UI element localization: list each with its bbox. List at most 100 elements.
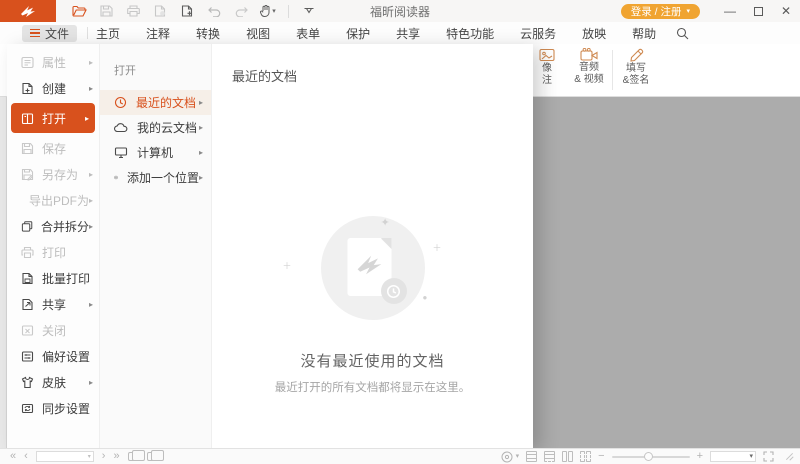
zoom-out-icon[interactable]: −: [598, 451, 604, 462]
sidebar-item-open[interactable]: 打开 ▸: [11, 103, 95, 133]
submenu-arrow-icon: ▸: [89, 84, 93, 93]
menubar: 文件 主页 注释 转换 视图 表单 保护 共享 特色功能 云服务 放映 帮助: [0, 22, 800, 44]
open-panel-header: 打开: [100, 62, 211, 78]
customize-toolbar-icon[interactable]: [300, 3, 318, 19]
sidebar-item-save: 保存: [7, 135, 99, 161]
open-file-icon[interactable]: [70, 3, 88, 19]
tab-comment[interactable]: 注释: [146, 25, 170, 42]
tab-form[interactable]: 表单: [296, 25, 320, 42]
export-page-icon[interactable]: [151, 3, 169, 19]
previous-page-icon[interactable]: ‹: [24, 451, 28, 462]
undo-icon[interactable]: [205, 3, 223, 19]
batch-print-icon: [21, 272, 34, 285]
sparkle-icon: ＋: [433, 244, 442, 253]
tab-home[interactable]: 主页: [96, 25, 120, 42]
create-icon: [21, 82, 34, 95]
hand-tool-caret-icon: ▾: [272, 8, 276, 15]
quick-access-toolbar: ▾: [70, 3, 318, 19]
statusbar-view-controls: ▾ − + ▾: [501, 451, 794, 463]
tab-convert[interactable]: 转换: [196, 25, 220, 42]
login-register-button[interactable]: 登录 / 注册 ▾: [621, 4, 700, 19]
facing-view-icon[interactable]: [562, 451, 573, 462]
hamburger-icon: [30, 27, 40, 40]
sidebar-item-batch-print[interactable]: 批量打印: [7, 265, 99, 291]
view-mode-caret-icon: ▾: [516, 453, 520, 460]
sidebar-item-combine-split[interactable]: 合并拆分 ▸: [7, 213, 99, 239]
image-annotation-icon: [539, 48, 555, 63]
fill-sign-button[interactable]: 填写 &签名: [615, 44, 657, 96]
tab-features[interactable]: 特色功能: [446, 25, 494, 42]
zoom-level-input[interactable]: ▾: [710, 451, 756, 462]
statusbar: « ‹ ▾ › » ▾ − + ▾: [0, 448, 800, 464]
tab-cloud[interactable]: 云服务: [520, 25, 556, 42]
tab-present[interactable]: 放映: [582, 25, 606, 42]
ribbon-right-group: 像 注 音频 & 视频 填写 &签名: [526, 44, 657, 96]
next-view-icon[interactable]: [147, 452, 158, 461]
share-icon: [21, 298, 34, 311]
zoom-in-icon[interactable]: +: [697, 451, 703, 462]
submenu-arrow-icon: ▸: [89, 378, 93, 387]
submenu-arrow-icon: ▸: [199, 123, 203, 132]
new-document-icon[interactable]: [178, 3, 196, 19]
sidebar-item-create[interactable]: 创建 ▸: [7, 75, 99, 101]
resize-grip[interactable]: [785, 452, 794, 461]
continuous-facing-view-icon[interactable]: [580, 451, 591, 462]
search-icon[interactable]: [676, 27, 689, 40]
close-doc-icon: [21, 324, 34, 337]
page-fold-icon: [380, 238, 391, 249]
open-item-computer[interactable]: 计算机 ▸: [100, 140, 211, 165]
sidebar-item-preferences[interactable]: 偏好设置: [7, 343, 99, 369]
save-as-icon: [21, 168, 34, 181]
sidebar-item-skin[interactable]: 皮肤 ▸: [7, 369, 99, 395]
video-camera-icon: [580, 48, 598, 62]
tab-share[interactable]: 共享: [396, 25, 420, 42]
tab-file[interactable]: 文件: [22, 25, 77, 42]
hand-tool-icon[interactable]: ▾: [259, 3, 277, 19]
maximize-button[interactable]: [744, 0, 772, 22]
single-page-view-icon[interactable]: [526, 451, 537, 462]
fill-sign-label-line2: &签名: [623, 75, 650, 87]
audio-video-button[interactable]: 音频 & 视频: [568, 44, 610, 96]
open-item-add-place[interactable]: 添加一个位置 ▸: [100, 165, 211, 190]
save-icon[interactable]: [97, 3, 115, 19]
fox-glyph-icon: [355, 254, 383, 276]
zoom-slider-thumb[interactable]: [644, 452, 653, 461]
audio-video-label-line1: 音频: [579, 62, 599, 74]
navigation-strip: [0, 97, 7, 448]
sidebar-item-share[interactable]: 共享 ▸: [7, 291, 99, 317]
recent-panel-header: 最近的文档: [232, 66, 297, 85]
login-caret-icon: ▾: [686, 8, 690, 15]
print-icon[interactable]: [124, 3, 142, 19]
open-item-recent-documents[interactable]: 最近的文档 ▸: [100, 90, 211, 115]
empty-state-illustration: ✦ ＋ ＋ ●: [263, 216, 483, 328]
tab-protect[interactable]: 保护: [346, 25, 370, 42]
tab-help[interactable]: 帮助: [632, 25, 656, 42]
ribbon-separator: [612, 50, 613, 90]
combine-split-icon: [21, 220, 33, 233]
continuous-view-icon[interactable]: [544, 451, 555, 462]
login-register-label: 登录 / 注册: [631, 4, 682, 19]
submenu-arrow-icon: ▸: [89, 196, 93, 205]
first-page-icon[interactable]: «: [10, 451, 16, 462]
view-mode-button[interactable]: ▾: [501, 451, 520, 463]
recent-documents-panel: 最近的文档 ✦ ＋ ＋ ● 没有最近使用的文档 最近打开的所有文档都: [212, 44, 533, 448]
fill-sign-label-line1: 填写: [626, 63, 646, 75]
fullscreen-icon[interactable]: [763, 451, 774, 462]
close-button[interactable]: ✕: [772, 0, 800, 22]
last-page-icon[interactable]: »: [113, 451, 119, 462]
next-page-icon[interactable]: ›: [102, 451, 106, 462]
minimize-button[interactable]: —: [716, 0, 744, 22]
zoom-slider[interactable]: [612, 456, 690, 458]
tab-view[interactable]: 视图: [246, 25, 270, 42]
previous-view-icon[interactable]: [128, 452, 139, 461]
submenu-arrow-icon: ▸: [199, 98, 203, 107]
empty-state-subtitle: 最近打开的所有文档都将显示在这里。: [263, 379, 483, 395]
open-item-cloud-documents[interactable]: 我的云文档 ▸: [100, 115, 211, 140]
page-number-input[interactable]: ▾: [36, 451, 94, 462]
sidebar-item-print: 打印: [7, 239, 99, 265]
redo-icon[interactable]: [232, 3, 250, 19]
sidebar-item-sync-settings[interactable]: 同步设置: [7, 395, 99, 421]
computer-icon: [114, 146, 128, 159]
pencil-icon: [629, 48, 644, 63]
sync-settings-icon: [21, 402, 34, 415]
